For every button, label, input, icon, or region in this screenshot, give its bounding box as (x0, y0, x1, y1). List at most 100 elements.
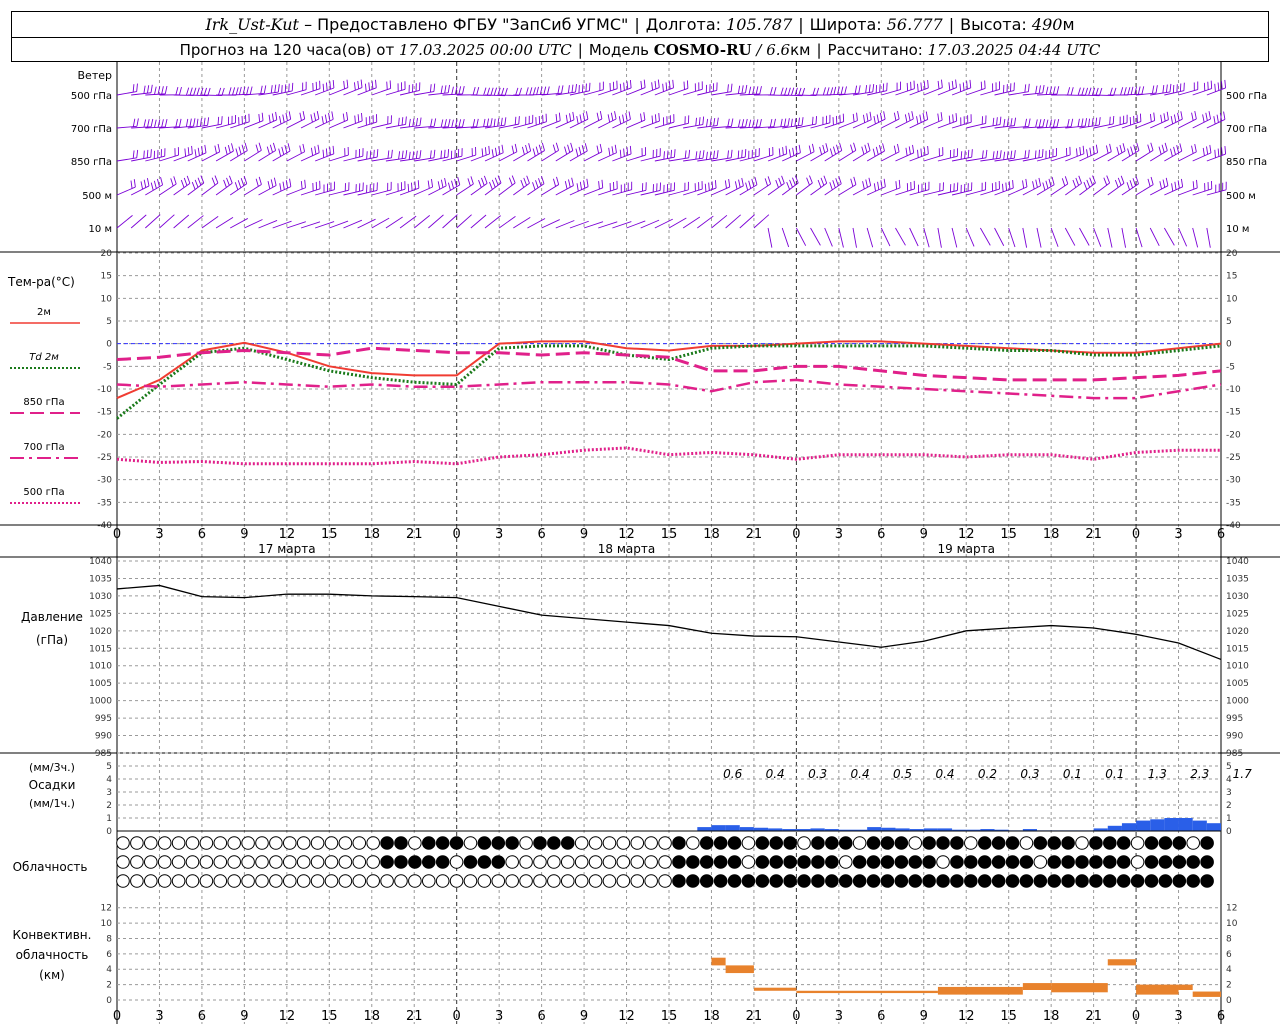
temp-tick-label: -15 (97, 408, 112, 418)
wind-barb-flag (579, 181, 583, 190)
pressure-tick-label-right: 1020 (1226, 627, 1249, 637)
hour-tick-label: 15 (661, 527, 678, 542)
wind-barb-shaft (598, 118, 617, 129)
wind-barb-flag (904, 114, 908, 123)
wind-barb-flag (1150, 142, 1154, 151)
wind-barb-flag (515, 87, 519, 96)
wind-barb-flag (1052, 86, 1056, 95)
wind-barb-flag (1051, 176, 1055, 185)
cloud-cover-symbol (1130, 836, 1145, 850)
wind-barb-flag (150, 118, 154, 127)
wind-barb-shaft (484, 152, 504, 162)
wind-barb-flag (1027, 83, 1030, 92)
wind-barb-shaft (612, 118, 631, 129)
cloud-cover-symbol (769, 836, 784, 850)
cloud-cover-symbol (171, 874, 186, 888)
wind-barb-flag (1061, 178, 1066, 187)
wind-barb-flag (514, 143, 518, 152)
hour-tick-label: 9 (580, 527, 588, 542)
hour-tick-label: 12 (958, 527, 975, 542)
wind-barb-flag (840, 86, 844, 95)
cloud-cover-symbol (977, 836, 992, 850)
wind-barb-flag (1064, 176, 1069, 185)
cloud-cover-symbol (658, 855, 672, 869)
cloud-cover-symbol (408, 874, 422, 888)
wind-barb-flag (1130, 146, 1134, 155)
wind-barb-flag (332, 80, 335, 89)
hour-tick-label-bottom: 9 (240, 1009, 248, 1024)
wind-barb-flag (833, 86, 837, 95)
conv-cloud-bar (711, 957, 726, 966)
wind-barb-flag (683, 81, 685, 90)
cloud-cover-symbol (1130, 855, 1145, 869)
cloud-cover-symbol (755, 855, 770, 869)
precip-tick-label-right: 4 (1226, 775, 1232, 785)
cloud-cover-symbol (366, 836, 380, 850)
wind-barb-flag (175, 86, 179, 95)
wind-barb-flag (955, 113, 958, 122)
wind-barb-flag (920, 82, 923, 91)
cloud-cover-symbol (769, 874, 784, 888)
cloud-cover-symbol (199, 836, 214, 850)
hour-tick-label-bottom: 18 (363, 1009, 380, 1024)
wind-barb-flag (407, 183, 410, 192)
wind-barb-shaft (272, 150, 291, 162)
wind-barb-shaft (1107, 182, 1125, 196)
wind-barb-flag (458, 119, 462, 128)
temp-tick-label: 15 (101, 272, 112, 282)
day-label: 19 марта (938, 542, 995, 556)
wind-barb-shaft (173, 214, 190, 229)
wind-barb-flag (217, 143, 221, 152)
cloud-cover-symbol (324, 874, 339, 888)
conv-tick-label: 4 (106, 965, 112, 975)
wind-barb-shaft (413, 215, 431, 229)
wind-barb-shaft (1164, 186, 1183, 196)
wind-barb-flag (354, 115, 356, 124)
wind-barb-flag (357, 80, 360, 89)
cloud-cover-symbol (116, 874, 130, 888)
wind-barb-flag (493, 118, 496, 127)
cloud-cover-symbol (1089, 855, 1103, 869)
wind-barb-flag (923, 81, 926, 90)
wind-barb-flag (883, 178, 886, 187)
wind-barb-flag (244, 142, 248, 151)
temp-legend-label: 500 гПа (23, 487, 64, 498)
wind-barb-flag (234, 182, 239, 190)
wind-barb-flag (417, 180, 420, 189)
cloud-cover-symbol (269, 874, 283, 888)
wind-barb-flag (140, 181, 144, 190)
wind-barb-flag (447, 182, 451, 191)
wind-barb-shaft (1093, 227, 1102, 247)
wind-barb-flag (398, 151, 401, 160)
cloud-cover-symbol (338, 874, 353, 888)
precip-tick-label-right: 0 (1226, 827, 1232, 837)
wind-level-label: 500 м (82, 191, 112, 202)
wind-barb-flag (444, 85, 447, 94)
precip-tick-label: 4 (106, 775, 112, 785)
cloud-cover-symbol (964, 874, 978, 888)
wind-barb-flag (748, 119, 752, 128)
wind-barb-flag (948, 82, 951, 91)
wind-barb-flag (759, 119, 762, 128)
wind-barb-flag (782, 147, 784, 156)
wind-barb-flag (408, 118, 411, 127)
wind-barb-flag (564, 181, 568, 190)
wind-barb-flag (316, 111, 320, 120)
wind-barb-flag (207, 87, 211, 96)
wind-barb-flag (596, 112, 600, 121)
hour-tick-label: 18 (703, 527, 720, 542)
conv-cloud-bar (1022, 983, 1052, 990)
wind-barb-flag (923, 147, 926, 156)
wind-barb-flag (798, 87, 802, 96)
cloud-cover-symbol (1130, 874, 1145, 888)
wind-barb-flag (599, 143, 603, 152)
cloud-cover-symbol (1186, 855, 1201, 869)
wind-barb-flag (462, 86, 465, 95)
wind-barb-flag (755, 86, 759, 95)
wind-barb-flag (912, 144, 915, 153)
wind-barb-flag (299, 145, 302, 154)
wind-barb-flag (940, 112, 943, 121)
precip-bar (1206, 823, 1221, 831)
cloud-cover-symbol (574, 874, 589, 888)
wind-barb-flag (268, 114, 271, 123)
